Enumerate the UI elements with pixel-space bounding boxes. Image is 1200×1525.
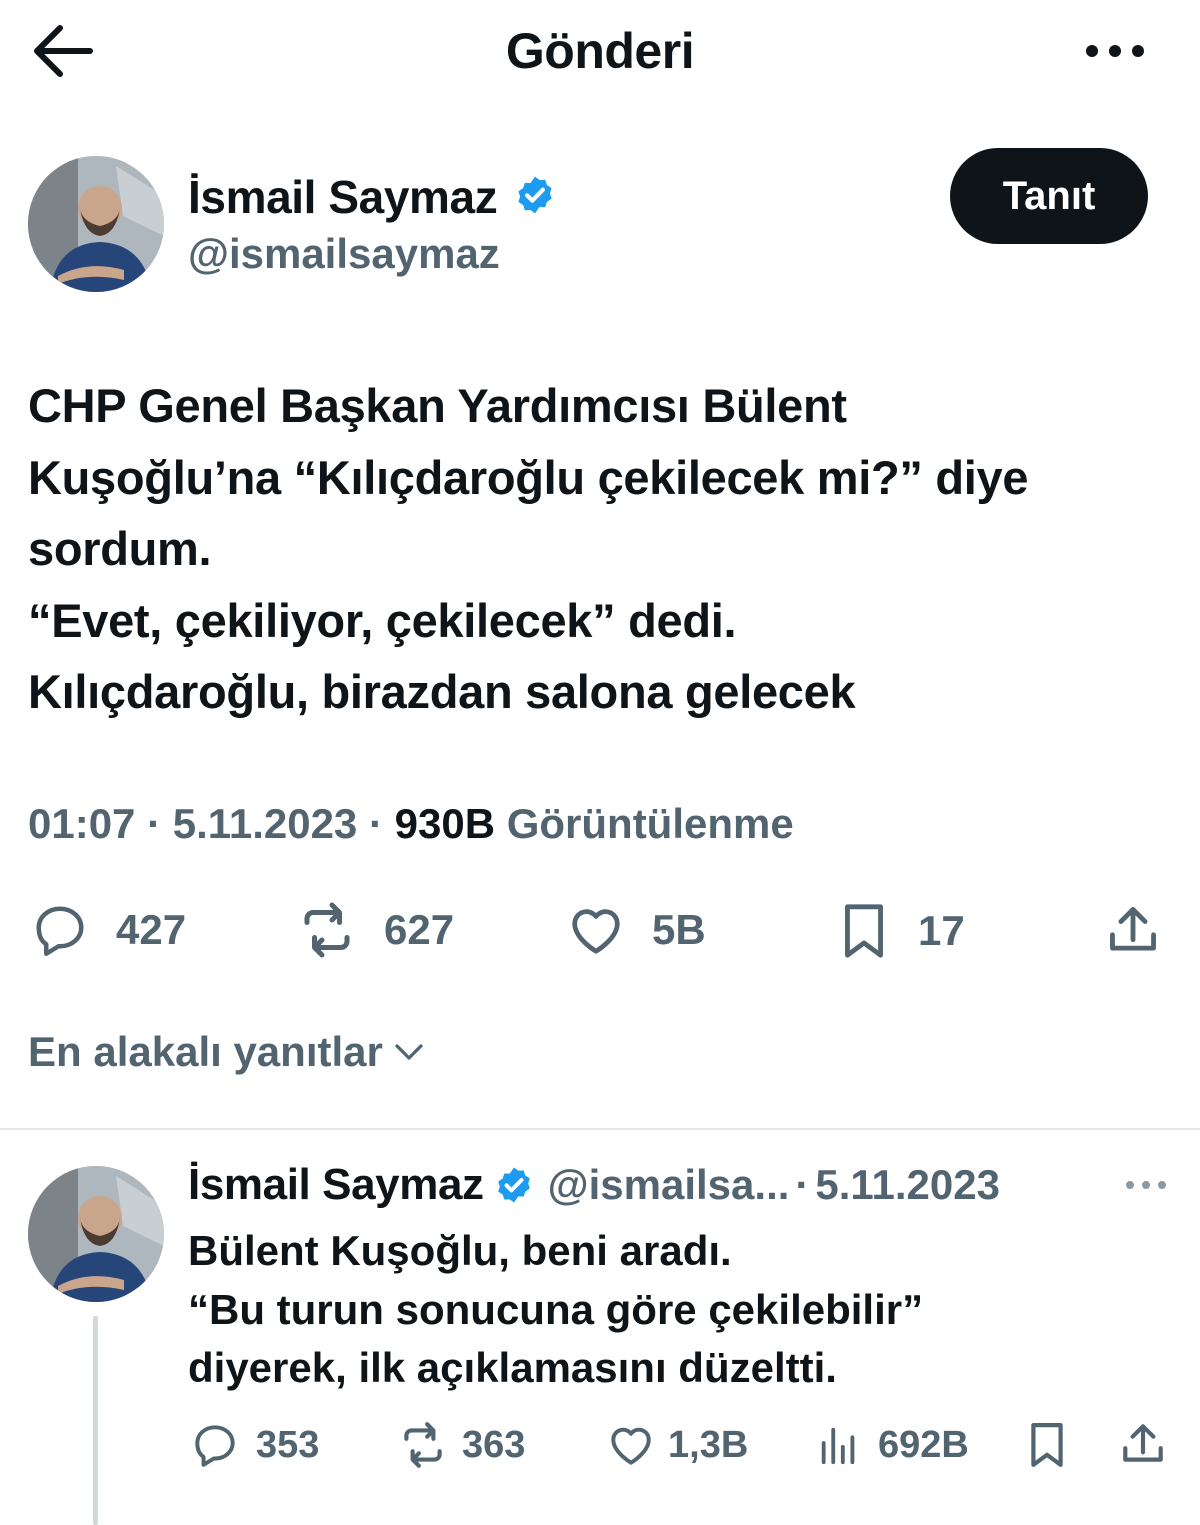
tweet-text-line: sordum. (28, 522, 212, 575)
thread-line (93, 1316, 98, 1525)
tweet-text-line: “Evet, çekiliyor, çekilecek” dedi. (28, 593, 737, 647)
bookmark-icon (1031, 1423, 1063, 1467)
reply-author-handle[interactable]: @ismailsa... (548, 1161, 790, 1209)
reply-like-button[interactable]: 1,3B (606, 1420, 748, 1470)
reply-date[interactable]: 5.11.2023 (815, 1161, 1000, 1209)
tweet-date[interactable]: 5.11.2023 (173, 800, 358, 847)
reply-bookmark-button[interactable] (1024, 1418, 1070, 1472)
section-divider (0, 1128, 1200, 1130)
tweet-meta: 01:07 · 5.11.2023 · 930B Görüntülenme (28, 800, 794, 848)
reply-text-line: Bülent Kuşoğlu, beni aradı. (188, 1227, 732, 1274)
reply-views-count: 692B (878, 1423, 969, 1466)
heart-icon (572, 909, 620, 954)
tweet-text: CHP Genel Başkan Yardımcısı Bülent Kuşoğ… (28, 370, 1178, 728)
more-options-button[interactable] (1082, 28, 1148, 74)
share-icon (1110, 907, 1156, 951)
follow-button[interactable]: Tanıt (950, 148, 1148, 244)
tweet-time[interactable]: 01:07 (28, 800, 135, 847)
bookmark-icon (845, 904, 883, 958)
views-count[interactable]: 930B (395, 800, 495, 847)
reply-text-line: diyerek, ilk açıklamasını düzeltti. (188, 1344, 837, 1391)
author-handle[interactable]: @ismailsaymaz (188, 230, 500, 278)
reply-repost-count: 363 (462, 1423, 526, 1466)
reply-share-button[interactable] (1118, 1418, 1168, 1470)
reply-text-line: “Bu turun sonucuna göre çekilebilir” (188, 1285, 924, 1333)
repost-count: 627 (384, 906, 455, 953)
tweet-text-line: CHP Genel Başkan Yardımcısı Bülent (28, 379, 847, 432)
reply-author-name[interactable]: İsmail Saymaz (188, 1160, 484, 1210)
author-avatar[interactable] (28, 156, 164, 292)
reply-reply-count: 353 (256, 1423, 320, 1466)
repost-button[interactable]: 627 (294, 900, 454, 960)
share-button[interactable] (1104, 900, 1162, 960)
heart-icon (611, 1427, 651, 1465)
reply-header: İsmail Saymaz @ismailsa... · 5.11.2023 (188, 1160, 1000, 1210)
reply-icon (36, 906, 84, 956)
views-label: Görüntülenme (506, 800, 794, 847)
tweet-text-line: Kılıçdaroğlu, birazdan salona gelecek (28, 665, 856, 718)
reply-like-count: 1,3B (668, 1423, 749, 1466)
reply-button[interactable]: 427 (30, 900, 186, 960)
more-horizontal-icon (1126, 1181, 1166, 1189)
reply-repost-button[interactable]: 363 (396, 1420, 525, 1470)
reply-text: Bülent Kuşoğlu, beni aradı. “Bu turun so… (188, 1222, 1168, 1398)
reply-more-button[interactable] (1124, 1170, 1168, 1200)
replies-sort-label: En alakalı yanıtlar (28, 1028, 383, 1075)
reply-views-button[interactable]: 692B (816, 1420, 969, 1470)
reply-author-avatar[interactable] (28, 1166, 164, 1302)
meta-separator: · (368, 800, 383, 847)
chevron-down-icon (395, 1044, 423, 1060)
reply-count: 427 (116, 906, 187, 953)
bookmark-button[interactable]: 17 (836, 900, 965, 962)
repost-icon (304, 902, 350, 958)
more-horizontal-icon (1086, 45, 1144, 57)
meta-separator: · (147, 800, 162, 847)
verified-badge-icon (494, 1165, 534, 1205)
reply-icon (195, 1425, 235, 1467)
like-button[interactable]: 5B (566, 900, 706, 960)
tweet-text-line: Kuşoğlu’na “Kılıçdaroğlu çekilecek mi?” … (28, 450, 1029, 504)
views-chart-icon (821, 1427, 855, 1465)
replies-sort-dropdown[interactable]: En alakalı yanıtlar (28, 1028, 427, 1076)
page-title: Gönderi (505, 23, 695, 79)
repost-icon (404, 1422, 442, 1468)
reply-reply-button[interactable]: 353 (190, 1420, 319, 1470)
share-icon (1123, 1424, 1163, 1462)
bookmark-count: 17 (918, 907, 965, 954)
reply-separator: · (795, 1161, 810, 1208)
author-name[interactable]: İsmail Saymaz (188, 170, 498, 224)
verified-badge-icon (514, 174, 556, 216)
like-count: 5B (652, 906, 706, 953)
